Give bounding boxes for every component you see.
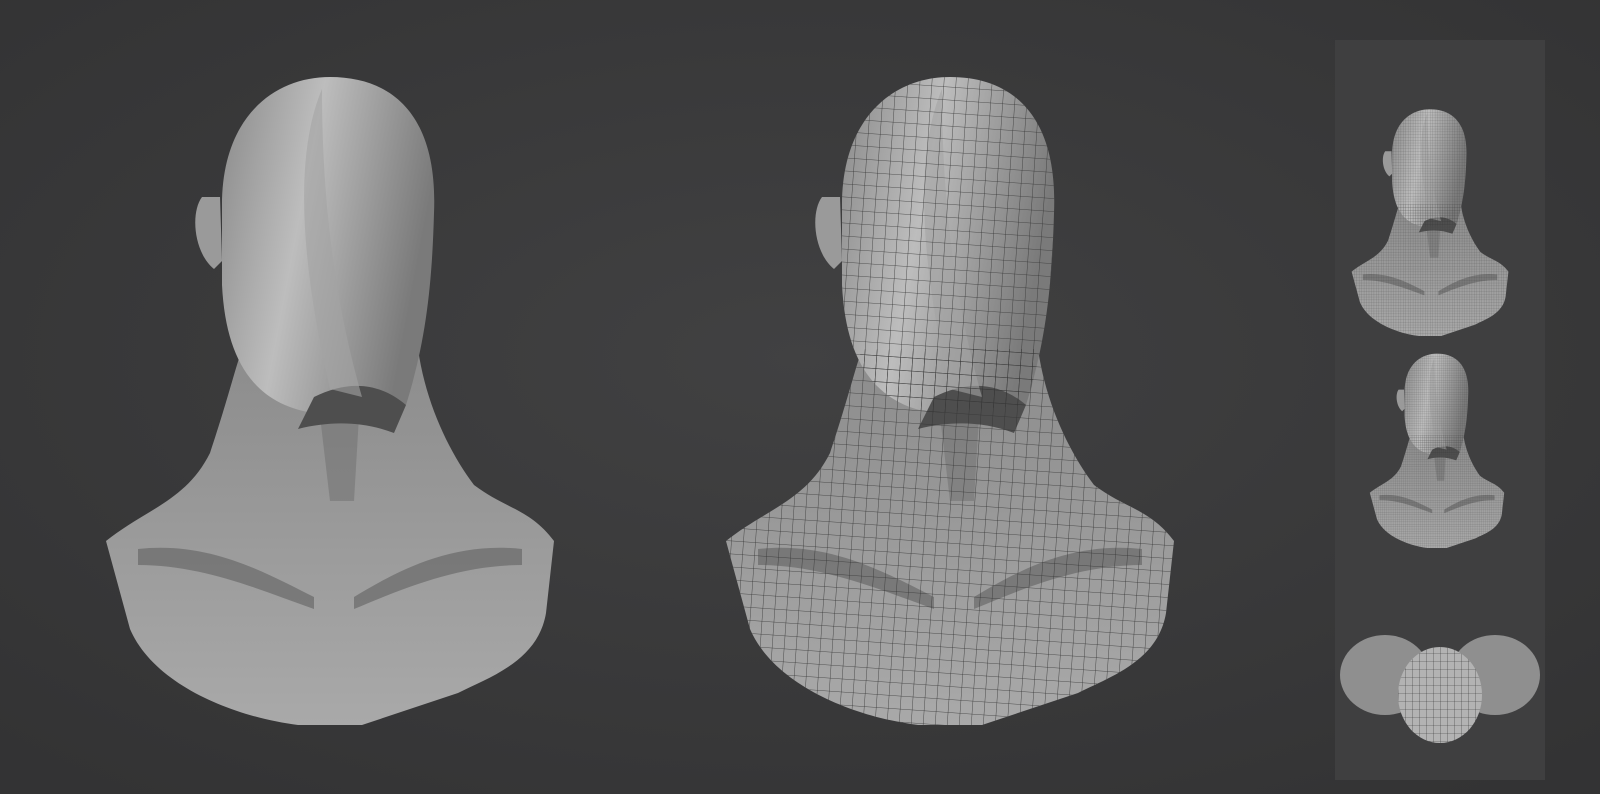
render-canvas [0,0,1600,794]
